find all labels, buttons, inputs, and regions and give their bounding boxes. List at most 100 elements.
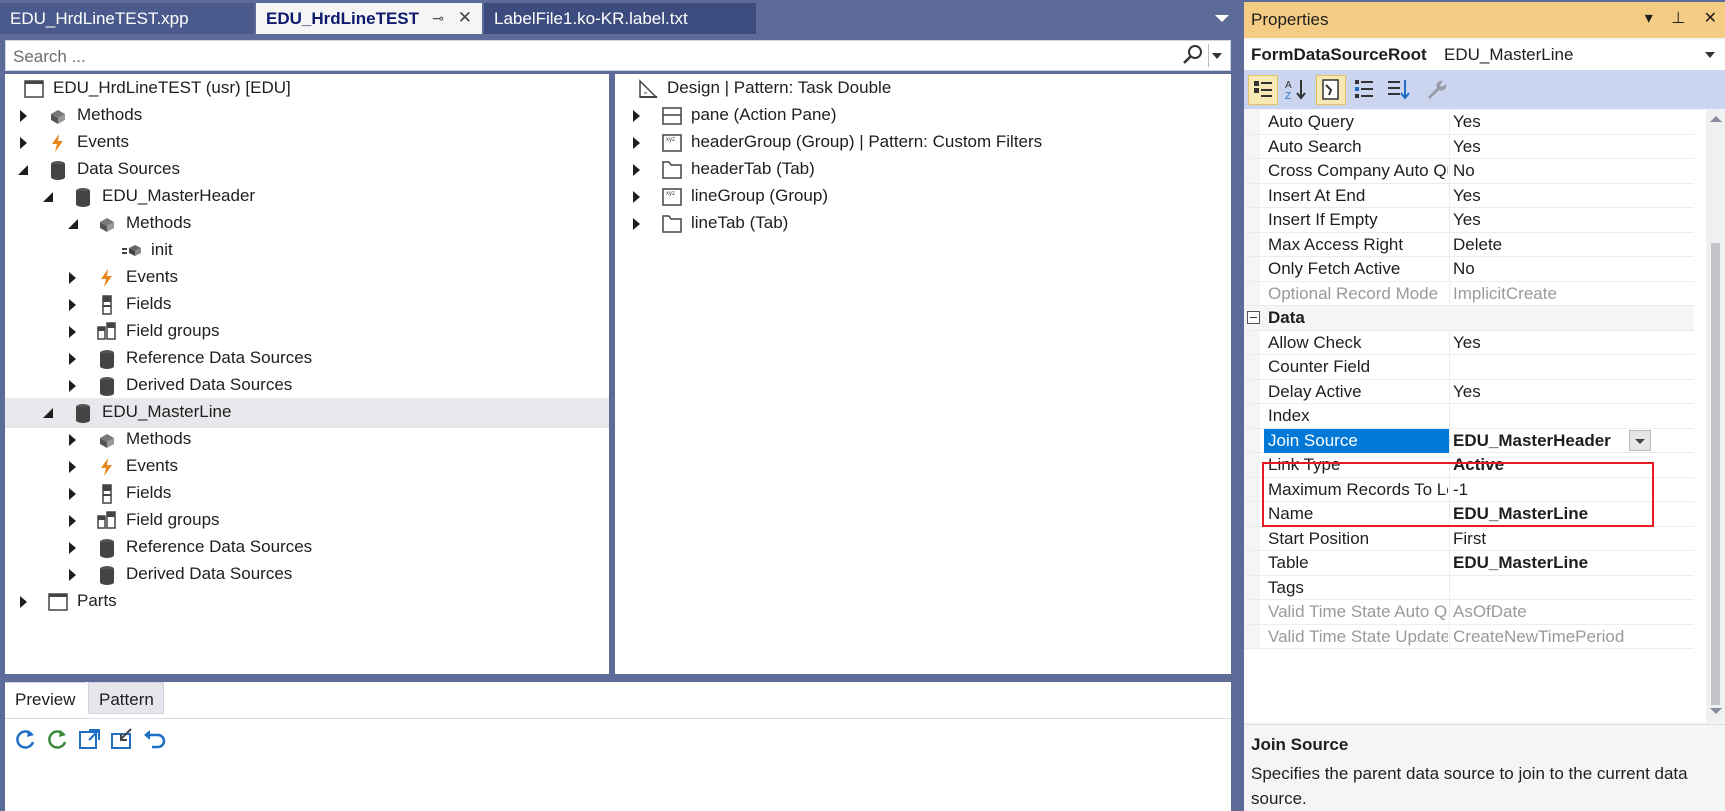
tree-item-reference-data-sources[interactable]: Reference Data Sources	[5, 344, 609, 374]
property-row[interactable]: Optional Record Mode ImplicitCreate	[1244, 281, 1694, 306]
property-row[interactable]: Tags	[1244, 575, 1694, 600]
property-row[interactable]: Only Fetch Active No	[1244, 257, 1694, 282]
design-item-linegroup[interactable]: xyz lineGroup (Group)	[615, 182, 1231, 212]
property-value[interactable]: Yes	[1453, 137, 1481, 157]
property-row[interactable]: Table EDU_MasterLine	[1244, 551, 1694, 576]
property-row[interactable]: Insert If Empty Yes	[1244, 208, 1694, 233]
property-value[interactable]: Yes	[1453, 333, 1481, 353]
wrench-icon[interactable]	[1422, 75, 1452, 105]
property-value[interactable]: No	[1453, 259, 1475, 279]
tree-item-reference-data-sources[interactable]: Reference Data Sources	[5, 533, 609, 563]
expand-icon[interactable]	[69, 272, 76, 284]
expand-icon[interactable]	[69, 569, 76, 581]
property-row[interactable]: Insert At End Yes	[1244, 183, 1694, 208]
property-row[interactable]: Valid Time State Update CreateNewTimePeri…	[1244, 624, 1694, 649]
search-box[interactable]: Search ...	[5, 40, 1231, 71]
scrollbar-thumb[interactable]	[1711, 243, 1720, 705]
expand-icon[interactable]	[633, 110, 640, 122]
expand-icon[interactable]	[69, 461, 76, 473]
expand-icon[interactable]	[633, 137, 640, 149]
chevron-down-icon[interactable]	[1705, 52, 1715, 58]
undo-icon[interactable]	[141, 726, 167, 752]
expand-icon[interactable]	[20, 137, 27, 149]
property-row[interactable]: Max Access Right Delete	[1244, 232, 1694, 257]
scroll-down-icon[interactable]	[1710, 708, 1722, 714]
tree-item-parts[interactable]: Parts	[5, 587, 609, 617]
collapse-icon[interactable]	[1247, 311, 1260, 324]
property-value[interactable]: Yes	[1453, 382, 1481, 402]
expand-icon[interactable]	[69, 353, 76, 365]
tree-item-fields[interactable]: Fields	[5, 479, 609, 509]
expand-icon[interactable]	[69, 542, 76, 554]
tab-list-dropdown-icon[interactable]	[1215, 15, 1229, 22]
property-value[interactable]: Yes	[1453, 210, 1481, 230]
tree-root[interactable]: EDU_HrdLineTEST (usr) [EDU]	[5, 74, 609, 104]
dropdown-icon[interactable]: ▾	[1645, 10, 1653, 27]
collapse-icon[interactable]	[43, 408, 53, 418]
dock-icon[interactable]	[109, 726, 135, 752]
tree-item-derived-data-sources[interactable]: Derived Data Sources	[5, 560, 609, 590]
refresh-icon[interactable]	[13, 726, 39, 752]
property-row[interactable]: Cross Company Auto Query No	[1244, 159, 1694, 184]
property-value[interactable]: No	[1453, 161, 1475, 181]
expand-icon[interactable]	[69, 434, 76, 446]
sort-icon[interactable]	[1384, 75, 1414, 105]
property-value[interactable]: EDU_MasterLine	[1453, 553, 1588, 573]
expand-icon[interactable]	[633, 218, 640, 230]
tree-item-methods[interactable]: Methods	[5, 425, 609, 455]
tree-item-events[interactable]: Events	[5, 128, 609, 158]
alphabetical-icon[interactable]: AZ	[1282, 75, 1312, 105]
pin-icon[interactable]: ⊥	[1671, 10, 1685, 27]
search-icon[interactable]	[1182, 44, 1204, 71]
property-row[interactable]: Valid Time State Auto Query AsOfDate	[1244, 600, 1694, 625]
design-root[interactable]: Design | Pattern: Task Double	[615, 74, 1231, 104]
close-icon[interactable]: ✕	[1704, 10, 1717, 27]
expand-icon[interactable]	[69, 326, 76, 338]
expand-icon[interactable]	[20, 110, 27, 122]
tree-item-fields[interactable]: Fields	[5, 290, 609, 320]
property-row[interactable]: Counter Field	[1244, 355, 1694, 380]
property-row[interactable]: Auto Query Yes	[1244, 110, 1694, 135]
design-item-headertab[interactable]: headerTab (Tab)	[615, 155, 1231, 185]
tree-item-masterline[interactable]: EDU_MasterLine	[5, 398, 609, 428]
pin-icon[interactable]: ⊸	[432, 10, 444, 27]
property-row[interactable]: Delay Active Yes	[1244, 379, 1694, 404]
tree-item-methods[interactable]: Methods	[5, 101, 609, 131]
expand-icon[interactable]	[69, 299, 76, 311]
property-row[interactable]: Allow Check Yes	[1244, 330, 1694, 355]
tree-item-methods[interactable]: Methods	[5, 209, 609, 239]
close-icon[interactable]: ✕	[458, 8, 472, 28]
tree-item-field-groups[interactable]: Field groups	[5, 506, 609, 536]
expand-icon[interactable]	[69, 515, 76, 527]
search-options-dropdown-icon[interactable]	[1212, 53, 1222, 59]
property-value[interactable]: Yes	[1453, 186, 1481, 206]
tree-item-field-groups[interactable]: Field groups	[5, 317, 609, 347]
tab-form-designer[interactable]: EDU_HrdLineTEST ⊸ ✕	[256, 3, 482, 34]
tree-item-events[interactable]: Events	[5, 452, 609, 482]
expand-icon[interactable]	[633, 164, 640, 176]
collapse-icon[interactable]	[43, 192, 53, 202]
properties-view-icon[interactable]	[1316, 75, 1346, 105]
tree-item-derived-data-sources[interactable]: Derived Data Sources	[5, 371, 609, 401]
property-value[interactable]: EDU_MasterHeader	[1453, 431, 1611, 451]
collapse-icon[interactable]	[68, 219, 78, 229]
property-row[interactable]: Auto Search Yes	[1244, 134, 1694, 159]
tree-item-events[interactable]: Events	[5, 263, 609, 293]
property-grid-scrollbar[interactable]	[1706, 110, 1725, 722]
property-row-join-source[interactable]: Join Source EDU_MasterHeader	[1244, 428, 1694, 453]
tab-xpp-file[interactable]: EDU_HrdLineTEST.xpp	[0, 3, 254, 34]
collapse-icon[interactable]	[18, 165, 28, 175]
expand-icon[interactable]	[20, 596, 27, 608]
chevron-down-icon[interactable]	[1629, 429, 1651, 451]
tab-preview[interactable]: Preview	[5, 682, 86, 714]
category-data[interactable]: Data	[1244, 306, 1694, 331]
property-value[interactable]: Yes	[1453, 112, 1481, 132]
search-input[interactable]: Search ...	[13, 47, 86, 67]
object-selector[interactable]: FormDataSourceRoot EDU_MasterLine	[1244, 40, 1725, 70]
refresh-all-icon[interactable]	[45, 726, 71, 752]
tree-item-masterheader[interactable]: EDU_MasterHeader	[5, 182, 609, 212]
open-external-icon[interactable]	[77, 726, 103, 752]
design-item-headergroup[interactable]: xyz headerGroup (Group) | Pattern: Custo…	[615, 128, 1231, 158]
property-value[interactable]: Delete	[1453, 235, 1502, 255]
tab-pattern[interactable]: Pattern	[88, 682, 164, 714]
